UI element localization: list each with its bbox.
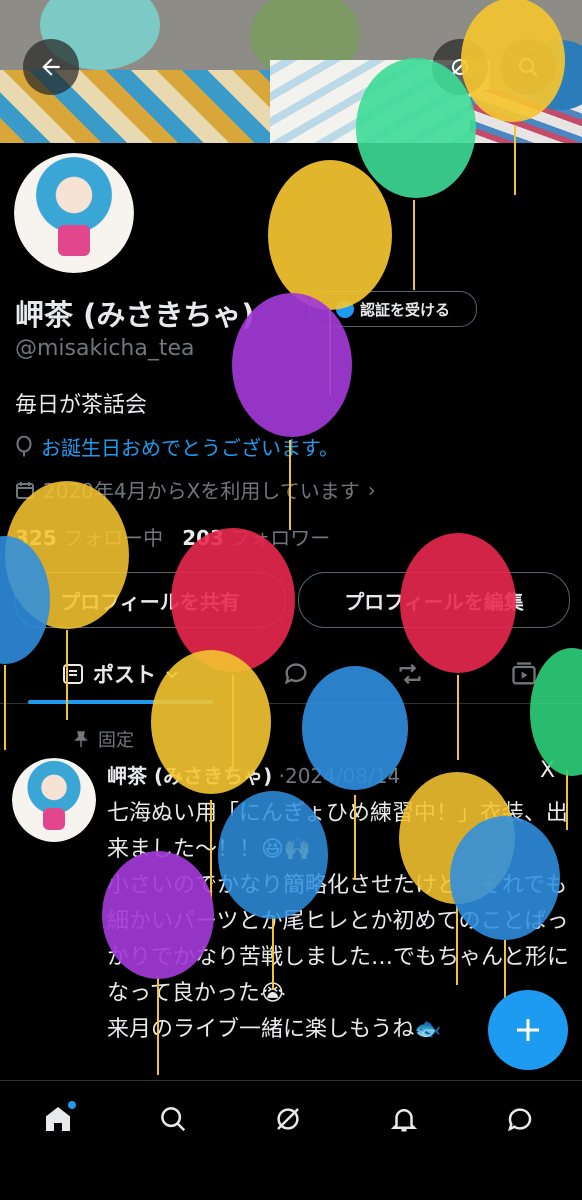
- chevron-down-icon: [166, 671, 178, 679]
- calendar-icon: [16, 481, 34, 499]
- joined-text: 2020年4月からXを利用しています: [43, 479, 360, 503]
- tweet-date[interactable]: ·2024/08/14: [279, 764, 401, 788]
- balloon: [268, 160, 392, 395]
- balloon-icon: [16, 435, 32, 456]
- joined-date[interactable]: 2020年4月からXを利用しています ›: [15, 475, 376, 504]
- edit-profile-button[interactable]: プロフィールを編集: [298, 572, 570, 628]
- reply-icon: [284, 663, 307, 685]
- bottom-navigation: [0, 1080, 582, 1200]
- profile-handle: @misakicha_tea: [15, 336, 195, 361]
- repost-icon: [399, 663, 421, 685]
- search-icon: [161, 1107, 186, 1132]
- search-icon: [519, 58, 538, 77]
- birthday-text: お誕生日おめでとうございます。: [41, 436, 339, 460]
- followers-label[interactable]: フォロワー: [230, 526, 330, 550]
- tab-posts-label: ポスト: [93, 663, 156, 687]
- x-logo-icon: X: [540, 758, 556, 783]
- plus-icon: [517, 1019, 539, 1041]
- avatar-figure: [58, 225, 90, 257]
- avatar-image: [14, 153, 134, 273]
- nav-notifications[interactable]: [374, 1097, 434, 1141]
- share-profile-button[interactable]: プロフィールを共有: [14, 572, 286, 628]
- profile-avatar[interactable]: [11, 150, 137, 276]
- tweet-header: 岬茶 (みさきちゃ) ·2024/08/14: [107, 760, 400, 789]
- profile-banner[interactable]: [0, 0, 582, 143]
- media-icon: [512, 662, 536, 685]
- bell-icon: [390, 1109, 418, 1132]
- avatar-image: [12, 758, 96, 842]
- tweet-avatar[interactable]: [12, 758, 96, 842]
- profile-bio: 毎日が茶話会: [15, 393, 148, 418]
- tab-replies[interactable]: [270, 645, 322, 703]
- tab-reposts[interactable]: [384, 645, 436, 703]
- follow-stats: 325 フォロー中 203 フォロワー: [15, 522, 330, 551]
- grok-icon: [452, 59, 468, 75]
- pin-icon: [74, 731, 88, 747]
- message-icon: [508, 1108, 532, 1132]
- verified-badge-icon: [335, 300, 354, 318]
- followers-count[interactable]: 203: [182, 526, 224, 550]
- following-label[interactable]: フォロー中: [63, 526, 163, 550]
- following-count[interactable]: 325: [15, 526, 57, 550]
- get-verified-label: 認証を受ける: [359, 300, 450, 319]
- birthday-message: お誕生日おめでとうございます。: [15, 432, 339, 461]
- notification-dot: [68, 1101, 76, 1109]
- nav-search[interactable]: [143, 1097, 203, 1141]
- tab-media[interactable]: [498, 645, 550, 703]
- posts-icon: [63, 664, 83, 684]
- grok-button[interactable]: [432, 39, 488, 95]
- profile-tabs: ポスト: [0, 645, 582, 704]
- tab-posts[interactable]: ポスト: [28, 645, 213, 703]
- grok-icon: [277, 1108, 299, 1130]
- back-button[interactable]: [23, 39, 79, 95]
- nav-messages[interactable]: [490, 1097, 550, 1141]
- active-tab-indicator: [28, 700, 213, 704]
- compose-button[interactable]: [488, 990, 568, 1070]
- chevron-right-icon: ›: [367, 477, 376, 502]
- profile-name: 岬茶 (みさきちゃ): [15, 298, 255, 332]
- avatar-figure: [43, 808, 65, 831]
- nav-grok[interactable]: [258, 1097, 318, 1141]
- pinned-indicator: 固定: [72, 726, 134, 752]
- tweet-author[interactable]: 岬茶 (みさきちゃ): [107, 764, 272, 788]
- pinned-label: 固定: [98, 730, 134, 751]
- search-button[interactable]: [500, 39, 556, 95]
- arrow-left-icon: [42, 58, 60, 76]
- tweet-line: 小さいのでかなり簡略化させたけど、それでも細かいパーツとか尾ヒレとか初めてのこと…: [107, 873, 570, 1006]
- nav-home[interactable]: [28, 1097, 88, 1141]
- get-verified-button[interactable]: 認証を受ける: [309, 291, 477, 327]
- tweet-line: 七海ぬい用「にんぎょひめ練習中！」衣装、出来ました〜！！😆🙌: [107, 801, 568, 862]
- balloon: [0, 536, 50, 750]
